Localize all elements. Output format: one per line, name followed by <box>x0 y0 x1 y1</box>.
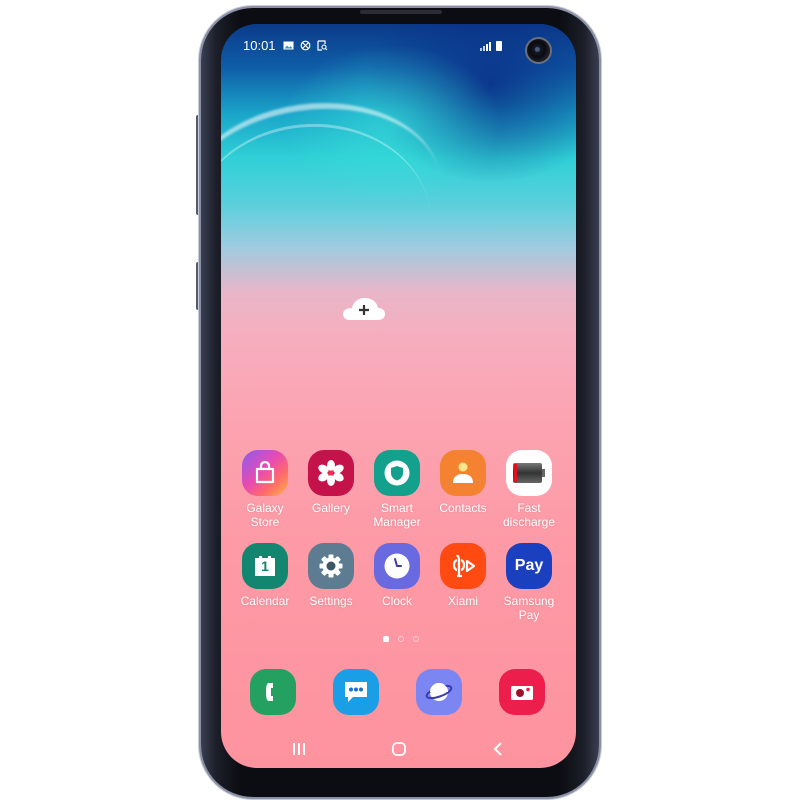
screenshot-search-icon <box>317 40 328 51</box>
signal-icon <box>480 41 491 51</box>
dock-camera[interactable] <box>499 669 545 715</box>
app-label: Settings <box>309 594 353 608</box>
app-gallery[interactable]: Gallery <box>298 450 364 515</box>
phone-icon <box>266 683 273 701</box>
status-bar: 10:01 <box>221 38 576 56</box>
app-label: Xiami <box>447 594 478 608</box>
camera-icon <box>511 686 533 700</box>
dock-internet[interactable] <box>416 669 462 715</box>
back-icon <box>493 742 502 756</box>
calendar-day: 1 <box>261 558 269 574</box>
xiami-icon <box>440 543 486 589</box>
flower-icon <box>308 450 354 496</box>
recents-icon <box>293 743 305 755</box>
calendar-icon: 1 <box>242 543 288 589</box>
app-label: Calendar <box>240 594 290 608</box>
app-contacts[interactable]: Contacts <box>430 450 496 515</box>
app-samsung-pay[interactable]: Pay Samsung Pay <box>496 543 562 622</box>
home-screen: 10:01 Galaxy Store Gallery Smart Manager… <box>221 24 576 768</box>
page-indicator[interactable] <box>383 636 419 642</box>
app-galaxy-store[interactable]: Galaxy Store <box>232 450 298 529</box>
app-label: Clock <box>381 594 412 608</box>
recents-button[interactable] <box>284 736 314 762</box>
navigation-bar <box>221 736 576 762</box>
cloud-plus-icon[interactable] <box>342 296 386 322</box>
app-calendar[interactable]: 1 Calendar <box>232 543 298 608</box>
home-icon <box>392 742 406 756</box>
person-icon <box>440 450 486 496</box>
app-label: Samsung Pay <box>503 594 555 622</box>
app-label: Galaxy Store <box>246 501 284 529</box>
dock-phone[interactable] <box>250 669 296 715</box>
system-icons <box>480 41 502 51</box>
front-camera <box>525 37 552 64</box>
app-label: Fast discharge <box>502 501 556 529</box>
clock-icon <box>374 543 420 589</box>
app-settings[interactable]: Settings <box>298 543 364 608</box>
app-fast-discharge[interactable]: Fast discharge <box>496 450 562 529</box>
dock-messages[interactable] <box>333 669 379 715</box>
gear-icon <box>308 543 354 589</box>
app-smart-manager[interactable]: Smart Manager <box>364 450 430 529</box>
shopping-bag-icon <box>242 450 288 496</box>
page-dot[interactable] <box>398 636 404 642</box>
earpiece-speaker <box>360 10 442 14</box>
home-page-dot[interactable] <box>383 636 389 642</box>
image-icon <box>283 41 294 50</box>
battery-low-icon <box>506 450 552 496</box>
app-label: Contacts <box>439 501 487 515</box>
notification-icons <box>283 40 328 51</box>
app-label: Smart Manager <box>373 501 421 529</box>
pay-logo-text: Pay <box>514 557 544 574</box>
message-icon <box>345 682 367 702</box>
pay-icon: Pay <box>506 543 552 589</box>
battery-icon <box>496 41 502 51</box>
shield-icon <box>374 450 420 496</box>
app-xiami[interactable]: Xiami <box>430 543 496 608</box>
no-sync-icon <box>300 40 311 51</box>
planet-icon <box>425 683 453 701</box>
app-label: Gallery <box>311 501 350 515</box>
app-clock[interactable]: Clock <box>364 543 430 608</box>
page-dot[interactable] <box>413 636 419 642</box>
status-time: 10:01 <box>243 38 276 53</box>
back-button[interactable] <box>483 736 513 762</box>
home-button[interactable] <box>384 736 414 762</box>
